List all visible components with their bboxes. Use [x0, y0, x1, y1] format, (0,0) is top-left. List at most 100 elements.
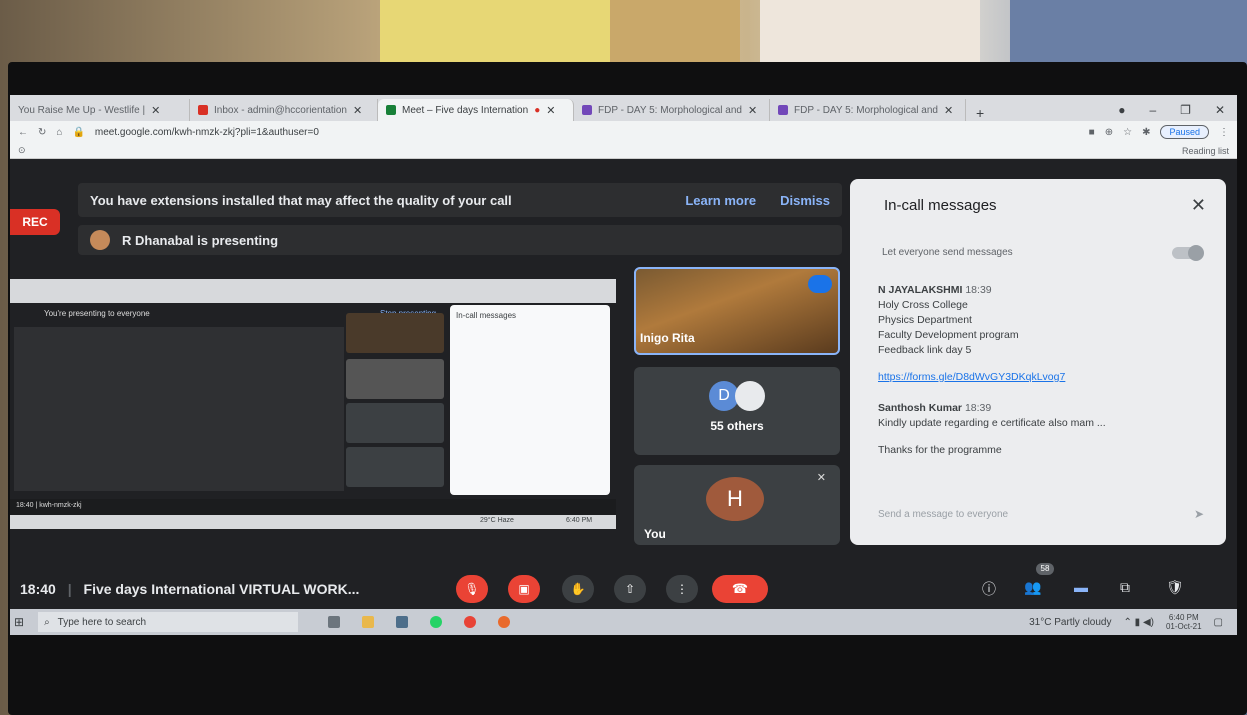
- notifications-icon[interactable]: ▢: [1214, 617, 1223, 628]
- tab-label: Meet – Five days Internation: [402, 104, 529, 116]
- avatar: [735, 381, 765, 411]
- message-sender: N JAYALAKSHMI 18:39: [878, 283, 1208, 298]
- search-icon: ⌕: [44, 616, 50, 628]
- close-icon[interactable]: ✕: [944, 104, 953, 117]
- task-view-icon[interactable]: [328, 616, 341, 628]
- menu-icon[interactable]: ⋮: [1219, 127, 1229, 138]
- people-icon[interactable]: 👥: [1024, 579, 1041, 596]
- close-icon[interactable]: ✕: [151, 104, 160, 117]
- home-icon[interactable]: ⌂: [56, 127, 62, 138]
- shared-meeting-code: 18:40 | kwh-nmzk-zkj: [16, 502, 82, 509]
- learn-more-link[interactable]: Learn more: [685, 193, 756, 208]
- windows-start-icon[interactable]: ⊞: [14, 615, 24, 629]
- camera-icon[interactable]: ■: [1089, 127, 1095, 138]
- avatar: H: [706, 477, 764, 521]
- mic-toggle-button[interactable]: 🎙: [456, 575, 488, 603]
- tab-label: Inbox - admin@hccorientation: [214, 104, 347, 116]
- taskbar-search[interactable]: ⌕ Type here to search: [38, 612, 299, 632]
- whatsapp-icon[interactable]: [430, 616, 443, 628]
- message-line: Faculty Development program: [878, 329, 1019, 341]
- paused-button[interactable]: Paused: [1160, 125, 1209, 139]
- sender-name: Santhosh Kumar: [878, 402, 963, 414]
- chrome-icon[interactable]: [464, 616, 477, 628]
- calculator-icon[interactable]: [396, 616, 409, 628]
- bookmarks-bar: ⊙ Reading list: [10, 143, 1237, 159]
- host-controls-icon[interactable]: 🛡: [1166, 579, 1184, 596]
- recording-badge: REC: [10, 209, 60, 235]
- monitor-screen: You Raise Me Up - Westlife | ✕ Inbox - a…: [10, 95, 1237, 635]
- participant-name: Inigo Rita: [640, 331, 695, 345]
- app-icon[interactable]: [498, 616, 511, 628]
- profile-icon[interactable]: ●: [1118, 103, 1125, 117]
- feedback-link[interactable]: https://forms.gle/D8dWvGY3DKqkLvog7: [878, 370, 1208, 385]
- close-window-button[interactable]: ✕: [1215, 103, 1225, 117]
- extensions-icon[interactable]: ✱: [1142, 127, 1150, 138]
- lock-icon: 🔒: [72, 126, 85, 138]
- chat-input[interactable]: Send a message to everyone: [878, 509, 1178, 520]
- weather-text[interactable]: 31°C Partly cloudy: [1029, 617, 1111, 628]
- reading-list-button[interactable]: Reading list: [1182, 146, 1229, 156]
- raise-hand-button[interactable]: ✋: [562, 575, 594, 603]
- background-wall: [380, 0, 610, 70]
- presenting-text: R Dhanabal is presenting: [122, 232, 279, 248]
- tab-meet[interactable]: Meet – Five days Internation ● ✕: [378, 99, 574, 121]
- activities-icon[interactable]: ⧉: [1120, 579, 1130, 596]
- url-field[interactable]: meet.google.com/kwh-nmzk-zkj?pli=1&authu…: [95, 127, 319, 138]
- separator: |: [67, 581, 72, 597]
- message-time: 18:39: [964, 402, 992, 414]
- meeting-title: Five days International VIRTUAL WORK...: [83, 581, 360, 597]
- tab-label: FDP - DAY 5: Morphological and: [794, 104, 938, 116]
- participant-video-inigo[interactable]: Inigo Rita: [634, 267, 840, 355]
- chat-title: In-call messages: [884, 197, 997, 214]
- info-icon[interactable]: ⓘ: [982, 579, 996, 599]
- meeting-info: 18:40 | Five days International VIRTUAL …: [20, 581, 359, 597]
- message-line: Holy Cross College: [878, 299, 968, 311]
- clock[interactable]: 6:40 PM 01-Oct-21: [1166, 613, 1202, 631]
- camera-toggle-button[interactable]: ▣: [508, 575, 540, 603]
- message: Thanks for the programme: [878, 443, 1208, 458]
- chat-icon[interactable]: ▬: [1074, 579, 1088, 595]
- send-messages-toggle[interactable]: [1172, 245, 1204, 261]
- taskbar-apps: [328, 616, 511, 628]
- forms-icon: [582, 105, 592, 115]
- forms-icon: [778, 105, 788, 115]
- tab-gmail[interactable]: Inbox - admin@hccorientation ✕: [190, 99, 378, 121]
- send-icon[interactable]: ➤: [1194, 507, 1204, 521]
- shared-chat-title: In-call messages: [456, 311, 517, 320]
- self-tile[interactable]: ✕ H You: [634, 465, 840, 545]
- shared-meet-view: You're presenting to everyone Stop prese…: [10, 303, 616, 529]
- close-icon[interactable]: ✕: [546, 104, 555, 117]
- tab-youtube[interactable]: You Raise Me Up - Westlife | ✕: [10, 99, 190, 121]
- meet-control-bar: 18:40 | Five days International VIRTUAL …: [10, 563, 1237, 609]
- message-sender: Santhosh Kumar 18:39: [878, 401, 1208, 416]
- back-icon[interactable]: ←: [18, 127, 28, 138]
- present-button[interactable]: ⇧: [614, 575, 646, 603]
- tab-fdp-1[interactable]: FDP - DAY 5: Morphological and ✕: [574, 99, 770, 121]
- participant-count-badge: 58: [1036, 563, 1054, 575]
- reload-icon[interactable]: ↻: [38, 127, 46, 138]
- others-tile[interactable]: D 55 others: [634, 367, 840, 455]
- tab-fdp-2[interactable]: FDP - DAY 5: Morphological and ✕: [770, 99, 966, 121]
- new-tab-button[interactable]: +: [966, 105, 994, 121]
- meeting-time: 18:40: [20, 581, 56, 597]
- tray-icons[interactable]: ⌃ ▮ ◀): [1124, 617, 1154, 628]
- close-icon[interactable]: ✕: [1191, 195, 1206, 216]
- message: Santhosh Kumar 18:39 Kindly update regar…: [878, 401, 1208, 431]
- apps-icon[interactable]: ⊙: [18, 145, 26, 156]
- close-icon[interactable]: ✕: [353, 104, 362, 117]
- close-icon[interactable]: ✕: [748, 104, 757, 117]
- notice-text: You have extensions installed that may a…: [90, 192, 512, 208]
- system-tray: 31°C Partly cloudy ⌃ ▮ ◀) 6:40 PM 01-Oct…: [1029, 613, 1237, 631]
- shared-participant-tile: [346, 359, 444, 399]
- dismiss-button[interactable]: Dismiss: [780, 193, 830, 208]
- zoom-icon[interactable]: ⊕: [1105, 127, 1113, 138]
- file-explorer-icon[interactable]: [362, 616, 375, 628]
- shared-clock: 6:40 PM: [566, 517, 593, 524]
- star-icon[interactable]: ☆: [1123, 127, 1132, 138]
- more-options-button[interactable]: ⋮: [666, 575, 698, 603]
- extensions-notice: You have extensions installed that may a…: [78, 183, 842, 217]
- maximize-button[interactable]: ❐: [1180, 103, 1191, 117]
- toolbar-right: ■ ⊕ ☆ ✱ Paused ⋮: [1089, 125, 1229, 139]
- minimize-button[interactable]: –: [1149, 103, 1156, 117]
- end-call-button[interactable]: ☎: [712, 575, 768, 603]
